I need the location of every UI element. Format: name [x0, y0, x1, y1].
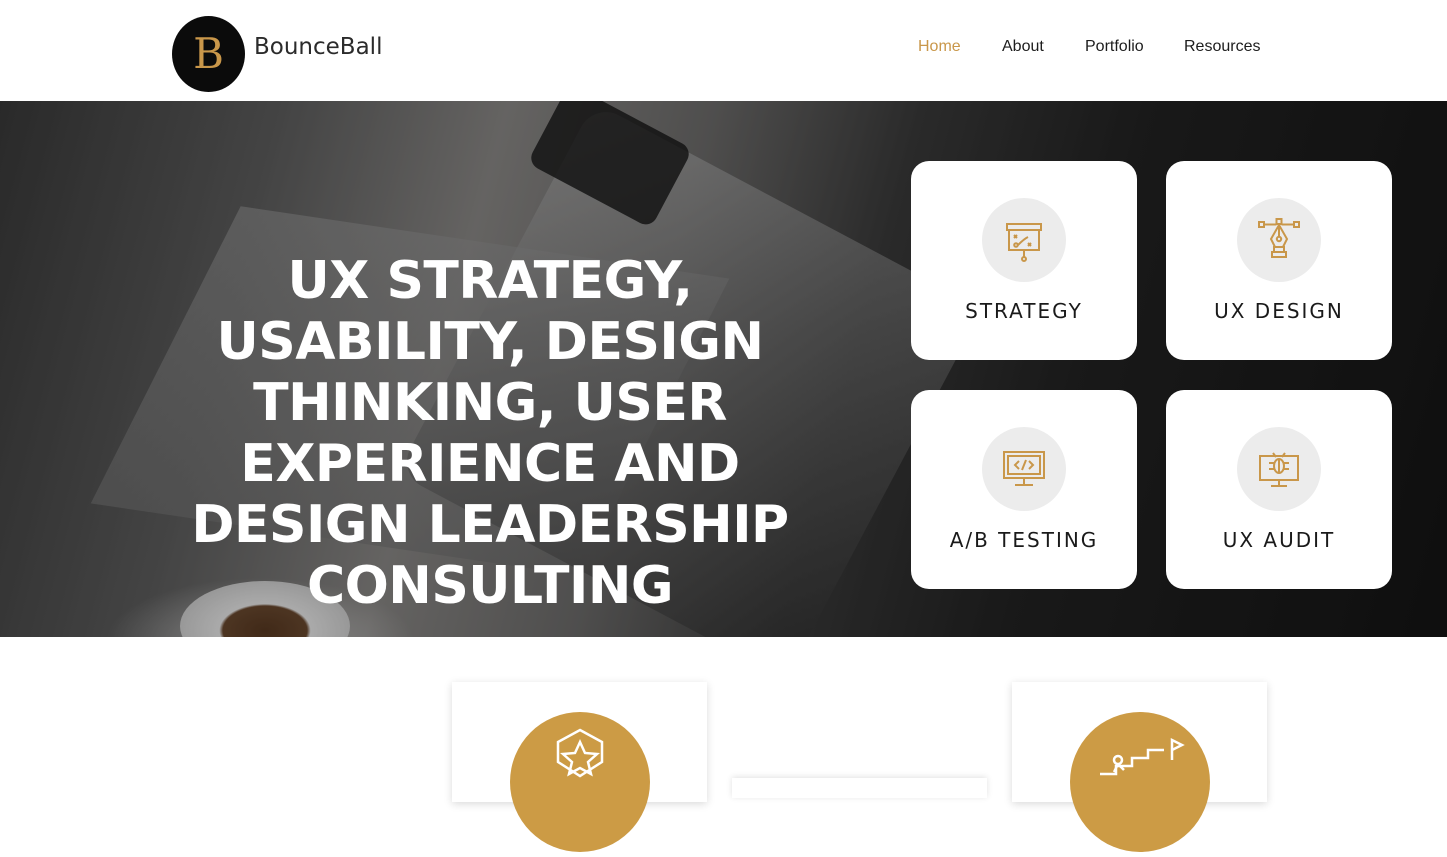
service-card-strategy[interactable]: STRATEGY: [911, 161, 1137, 360]
site-header: B BounceBall Home About Portfolio Resour…: [0, 0, 1447, 101]
logo[interactable]: B: [172, 16, 245, 92]
code-monitor-icon: [982, 427, 1066, 511]
nav-about[interactable]: About: [1002, 38, 1044, 56]
pen-tool-icon: [1237, 198, 1321, 282]
brand-name[interactable]: BounceBall: [254, 34, 382, 60]
card-label: UX DESIGN: [1214, 299, 1344, 323]
feature-card-goal[interactable]: [1012, 682, 1267, 852]
feature-card-quality[interactable]: [452, 682, 707, 852]
strategy-board-icon: [982, 198, 1066, 282]
nav-resources[interactable]: Resources: [1184, 38, 1260, 56]
card-label: UX AUDIT: [1222, 528, 1336, 552]
nav-home[interactable]: Home: [918, 38, 961, 56]
quality-badge-icon: [510, 712, 650, 852]
card-label: STRATEGY: [965, 299, 1083, 323]
service-card-ux-design[interactable]: UX DESIGN: [1166, 161, 1392, 360]
hero-section: UX STRATEGY, USABILITY, DESIGN THINKING,…: [0, 101, 1447, 637]
logo-letter: B: [193, 29, 224, 78]
feature-card-middle[interactable]: [732, 778, 987, 798]
bug-monitor-icon: [1237, 427, 1321, 511]
hero-headline: UX STRATEGY, USABILITY, DESIGN THINKING,…: [191, 251, 789, 616]
nav-portfolio[interactable]: Portfolio: [1085, 38, 1144, 56]
climb-goal-icon: [1070, 712, 1210, 852]
service-card-ux-audit[interactable]: UX AUDIT: [1166, 390, 1392, 589]
service-card-ab-testing[interactable]: A/B TESTING: [911, 390, 1137, 589]
card-label: A/B TESTING: [949, 528, 1099, 552]
